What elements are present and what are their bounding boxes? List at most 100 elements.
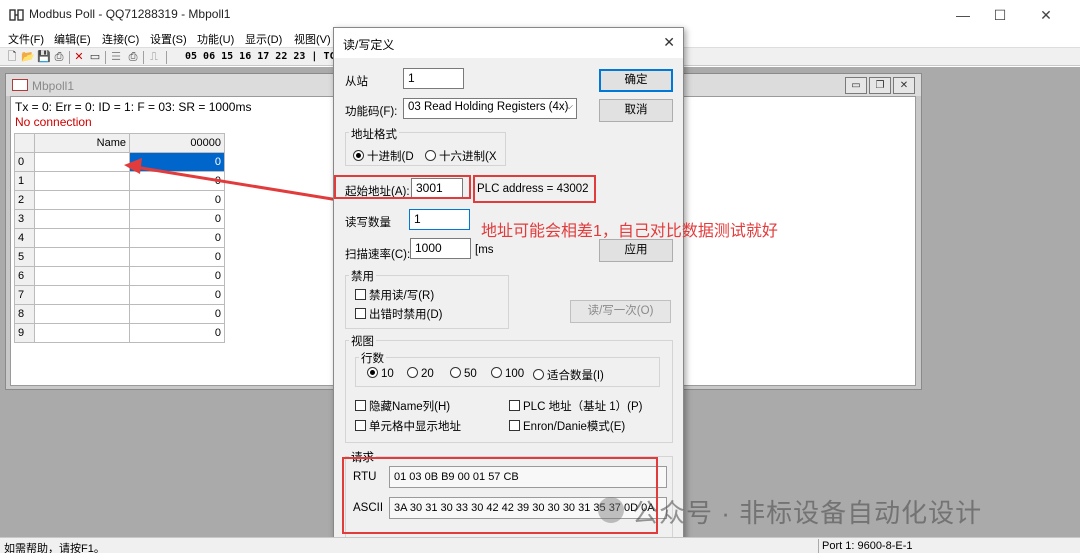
toolbar-separator xyxy=(69,51,70,64)
rows-100-label: 100 xyxy=(505,368,525,380)
disconnect-icon[interactable]: ✕ xyxy=(73,51,85,63)
rows-20-radio[interactable]: 20 xyxy=(407,367,434,380)
child-window-icon xyxy=(12,79,28,91)
print-preview-icon[interactable]: ⎙ xyxy=(127,51,139,63)
name-cell[interactable] xyxy=(34,152,130,172)
name-cell[interactable] xyxy=(34,285,130,305)
enron-checkbox[interactable]: Enron/Danie模式(E) xyxy=(509,418,625,434)
address-format-label: 地址格式 xyxy=(349,126,399,142)
hex-radio[interactable]: 十六进制(X xyxy=(425,148,497,164)
app-title: Modbus Poll - QQ71288319 - Mbpoll1 xyxy=(29,7,231,21)
help-hint: 如需帮助，请按F1。 xyxy=(4,543,105,553)
annotation-note: 地址可能会相差1，自己对比数据测试就好 xyxy=(481,223,778,240)
child-restore-button[interactable]: ❐ xyxy=(869,77,891,94)
name-cell[interactable] xyxy=(34,304,130,324)
value-cell[interactable]: 0 xyxy=(129,304,225,324)
toolbar-separator xyxy=(166,51,167,64)
name-cell[interactable] xyxy=(34,171,130,191)
row-index[interactable]: 7 xyxy=(14,285,35,305)
row-index[interactable]: 4 xyxy=(14,228,35,248)
value-cell[interactable]: 0 xyxy=(129,171,225,191)
window-icon[interactable]: ▭ xyxy=(89,51,101,63)
menu-functions[interactable]: 功能(U) xyxy=(197,31,234,47)
row-index[interactable]: 2 xyxy=(14,190,35,210)
slave-id-field[interactable]: 1 xyxy=(403,68,464,89)
save-icon[interactable]: 💾 xyxy=(37,51,51,63)
function-code-buttons[interactable]: 05 06 15 16 17 22 23 | TC xyxy=(185,51,336,62)
name-cell[interactable] xyxy=(34,266,130,286)
menu-display[interactable]: 显示(D) xyxy=(245,31,282,47)
value-cell[interactable]: 0 xyxy=(129,285,225,305)
minimize-button[interactable]: — xyxy=(943,4,983,26)
radio-checked-icon xyxy=(353,150,364,161)
cancel-button[interactable]: 取消 xyxy=(599,99,673,122)
value-column-header[interactable]: 00000 xyxy=(129,133,225,153)
function-code-label: 功能码(F): xyxy=(345,106,398,118)
value-cell[interactable]: 0 xyxy=(129,209,225,229)
rows-20-label: 20 xyxy=(421,368,434,380)
scan-rate-field[interactable]: 1000 xyxy=(410,238,471,259)
function-code-value: 03 Read Holding Registers (4x) xyxy=(408,101,569,113)
menu-edit[interactable]: 编辑(E) xyxy=(54,31,91,47)
function-code-select[interactable]: 03 Read Holding Registers (4x) ⌵ xyxy=(403,98,577,119)
name-cell[interactable] xyxy=(34,323,130,343)
row-index[interactable]: 3 xyxy=(14,209,35,229)
hide-name-checkbox[interactable]: 隐藏Name列(H) xyxy=(355,398,450,414)
decimal-label: 十进制(D xyxy=(367,151,414,163)
disable-on-error-label: 出错时禁用(D) xyxy=(369,309,443,321)
row-index[interactable]: 5 xyxy=(14,247,35,267)
value-cell[interactable]: 0 xyxy=(129,152,225,172)
show-addr-checkbox[interactable]: 单元格中显示地址 xyxy=(355,418,461,434)
value-cell[interactable]: 0 xyxy=(129,266,225,286)
value-cell[interactable]: 0 xyxy=(129,228,225,248)
row-index[interactable]: 1 xyxy=(14,171,35,191)
disable-on-error-checkbox[interactable]: 出错时禁用(D) xyxy=(355,306,442,322)
child-minimize-button[interactable]: ▭ xyxy=(845,77,867,94)
name-cell[interactable] xyxy=(34,228,130,248)
rows-fit-radio[interactable]: 适合数量(I) xyxy=(533,367,604,383)
app-titlebar: Modbus Poll - QQ71288319 - Mbpoll1 — ☐ ✕ xyxy=(0,0,1080,30)
disable-group-label: 禁用 xyxy=(349,268,376,284)
value-cell[interactable]: 0 xyxy=(129,247,225,267)
radio-checked-icon xyxy=(367,367,378,378)
disable-rw-checkbox[interactable]: 禁用读/写(R) xyxy=(355,287,434,303)
value-cell[interactable]: 0 xyxy=(129,190,225,210)
print-icon[interactable]: ⎙ xyxy=(53,51,65,63)
rows-50-radio[interactable]: 50 xyxy=(450,367,477,380)
row-index[interactable]: 6 xyxy=(14,266,35,286)
rows-10-radio[interactable]: 10 xyxy=(367,367,394,380)
checkbox-icon xyxy=(509,420,520,431)
open-folder-icon[interactable]: 📂 xyxy=(21,51,35,63)
connection-status: No connection xyxy=(15,115,92,129)
name-cell[interactable] xyxy=(34,247,130,267)
name-cell[interactable] xyxy=(34,209,130,229)
table-header-row: Name 00000 xyxy=(14,133,225,153)
read-write-once-button[interactable]: 读/写一次(O) xyxy=(570,300,671,323)
list-icon[interactable]: ☰ xyxy=(110,51,122,63)
close-button[interactable]: ✕ xyxy=(1026,4,1066,26)
quantity-field[interactable]: 1 xyxy=(409,209,470,230)
menu-connection[interactable]: 连接(C) xyxy=(102,31,139,47)
pulse-icon[interactable]: ⎍ xyxy=(148,51,160,63)
rows-100-radio[interactable]: 100 xyxy=(491,367,524,380)
value-cell[interactable]: 0 xyxy=(129,323,225,343)
ok-button[interactable]: 确定 xyxy=(599,69,673,92)
menu-setup[interactable]: 设置(S) xyxy=(150,31,187,47)
table-row: 2 0 xyxy=(14,190,225,210)
name-cell[interactable] xyxy=(34,190,130,210)
plc-base1-label: PLC 地址（基址 1）(P) xyxy=(523,401,643,413)
dialog-close-icon[interactable]: ✕ xyxy=(663,34,675,51)
row-index[interactable]: 0 xyxy=(14,152,35,172)
child-close-button[interactable]: ✕ xyxy=(893,77,915,94)
decimal-radio[interactable]: 十进制(D xyxy=(353,148,414,164)
name-column-header[interactable]: Name xyxy=(34,133,130,153)
new-file-icon[interactable]: 🗋 xyxy=(6,51,18,63)
row-index[interactable]: 8 xyxy=(14,304,35,324)
scan-rate-unit: [ms xyxy=(475,244,494,256)
menu-view[interactable]: 视图(V) xyxy=(294,31,331,47)
row-index[interactable]: 9 xyxy=(14,323,35,343)
apply-button[interactable]: 应用 xyxy=(599,239,673,262)
menu-file[interactable]: 文件(F) xyxy=(8,31,44,47)
maximize-button[interactable]: ☐ xyxy=(980,4,1020,26)
plc-base1-checkbox[interactable]: PLC 地址（基址 1）(P) xyxy=(509,398,643,414)
